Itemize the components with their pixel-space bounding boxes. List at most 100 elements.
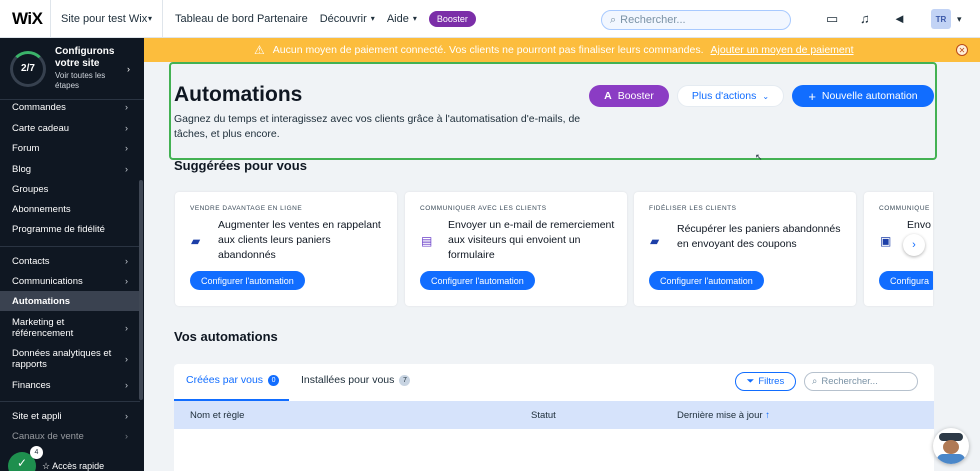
filters-label: Filtres <box>758 376 785 387</box>
sidebar-item-marketing[interactable]: Marketing et référencement › <box>0 317 140 339</box>
notification-count: 4 <box>30 446 43 459</box>
boost-pill[interactable]: Booster <box>428 10 476 27</box>
card-category: FIDÉLISER LES CLIENTS <box>649 205 737 212</box>
tab-label: Installées pour vous <box>301 374 395 386</box>
quick-access[interactable]: ☆ Accès rapide <box>42 461 104 471</box>
chevron-right-icon: › <box>125 353 128 364</box>
chevron-down-icon: ▾ <box>370 14 375 23</box>
nav-partner-dashboard[interactable]: Tableau de bord Partenaire <box>175 13 308 25</box>
configure-automation-button[interactable]: Configurer l'automation <box>190 271 305 290</box>
sidebar-item-contacts[interactable]: Contacts › <box>0 256 140 267</box>
sidebar-item-label: Forum <box>12 143 40 154</box>
sidebar-item-site-app[interactable]: Site et appli › <box>0 411 140 422</box>
card-text: Récupérer les paniers abandonnés en envo… <box>677 223 841 250</box>
sidebar-item-label: Marketing et référencement <box>12 317 74 339</box>
configure-automation-button[interactable]: Configurer l'automation <box>649 271 764 290</box>
chevron-right-icon: › <box>125 276 128 286</box>
table-header: Nom et règle Statut Dernière mise à jour… <box>174 401 934 429</box>
chevron-right-icon: › <box>125 322 128 333</box>
wix-dashboard: { "topbar": { "logo": "WiX", "site_selec… <box>0 0 980 471</box>
sidebar-item-blog[interactable]: Blog › <box>0 164 140 175</box>
sidebar-item-analytics[interactable]: Données analytiques et rapports › <box>0 348 140 370</box>
sidebar-item-label: Données analytiques et rapports <box>12 348 112 370</box>
site-selector[interactable]: Site pour test Wix ▾ <box>50 0 163 38</box>
sidebar: 2/7 Configurons votre site Voir toutes l… <box>0 38 144 471</box>
sidebar-item-label: Programme de fidélité <box>12 224 105 235</box>
sidebar-item-fidelite[interactable]: Programme de fidélité <box>0 224 140 235</box>
sidebar-item-groupes[interactable]: Groupes <box>0 184 140 195</box>
sidebar-item-forum[interactable]: Forum › <box>0 143 140 154</box>
star-icon: ☆ <box>42 461 53 471</box>
column-status[interactable]: Statut <box>531 410 556 421</box>
column-last-updated[interactable]: Dernière mise à jour ↑ <box>677 410 770 421</box>
chevron-right-icon: › <box>125 143 128 153</box>
face-icon <box>943 440 959 454</box>
tab-installed-for-you[interactable]: Installées pour vous 7 <box>301 374 411 386</box>
chevron-right-icon: › <box>912 239 916 251</box>
card-text: Augmenter les ventes en rappelant aux cl… <box>218 219 381 261</box>
form-icon: ▤ <box>421 234 433 248</box>
carousel-next-button[interactable]: › <box>903 234 925 256</box>
sidebar-divider <box>0 401 140 402</box>
sidebar-item-label: Blog <box>12 164 32 175</box>
top-search-input[interactable]: ⌕ Rechercher... <box>601 10 791 30</box>
wix-logo[interactable]: WiX <box>0 9 50 29</box>
contact-card-icon: ▣ <box>880 234 892 248</box>
sidebar-item-sales-channels[interactable]: Canaux de vente › <box>0 431 140 442</box>
chevron-down-icon: ▾ <box>147 14 152 23</box>
chat-icon[interactable]: ▭ <box>826 11 838 27</box>
configure-automation-button[interactable]: Configura <box>879 271 933 290</box>
sidebar-item-finances[interactable]: Finances › <box>0 380 140 391</box>
nav-label: Aide <box>386 12 409 25</box>
main-content: ⚠ Aucun moyen de paiement connecté. Vos … <box>144 38 980 471</box>
sidebar-item-automations[interactable]: Automations <box>0 291 140 311</box>
sidebar-item-commandes[interactable]: Commandes › <box>0 102 140 113</box>
chevron-down-icon[interactable]: ▾ <box>957 14 962 25</box>
sidebar-item-label: Groupes <box>12 184 49 195</box>
tab-created-by-you[interactable]: Créées par vous 0 <box>186 374 280 386</box>
search-icon: ⌕ <box>812 376 818 387</box>
sidebar-item-label: Finances <box>12 380 51 391</box>
chevron-right-icon: › <box>125 123 128 133</box>
megaphone-icon[interactable]: ◄ <box>893 11 906 26</box>
sidebar-scrollbar[interactable] <box>139 180 143 400</box>
configure-automation-button[interactable]: Configurer l'automation <box>420 271 535 290</box>
column-name[interactable]: Nom et règle <box>190 410 244 421</box>
nav-help[interactable]: Aide ▾ <box>387 13 417 25</box>
nav-discover[interactable]: Découvrir ▾ <box>320 13 375 25</box>
filters-button[interactable]: ⏷ Filtres <box>735 372 796 391</box>
help-avatar-button[interactable] <box>933 428 969 464</box>
bell-icon[interactable]: ♫ <box>860 11 870 26</box>
setup-progress[interactable]: 2/7 Configurons votre site Voir toutes l… <box>0 38 144 100</box>
payment-warning-banner: ⚠ Aucun moyen de paiement connecté. Vos … <box>144 38 980 62</box>
mouse-cursor-icon: ↖ <box>755 152 763 162</box>
close-icon[interactable]: ✕ <box>956 44 968 56</box>
card-text: Envo <box>907 219 931 231</box>
sidebar-item-label: Canaux de vente <box>12 431 84 442</box>
shirt-icon <box>937 454 965 464</box>
highlight-frame <box>169 62 937 160</box>
progress-ring: 2/7 <box>10 50 46 87</box>
card-text: Envoyer un e-mail de remerciement aux vi… <box>448 219 615 261</box>
sidebar-item-label: Site et appli <box>12 411 62 422</box>
table-search-input[interactable]: ⌕ Rechercher... <box>804 372 918 391</box>
search-placeholder: Rechercher... <box>821 376 878 387</box>
sidebar-divider <box>0 246 140 247</box>
card-category: COMMUNIQUE <box>879 205 930 212</box>
sidebar-item-carte-cadeau[interactable]: Carte cadeau › <box>0 123 140 134</box>
card-category: VENDRE DAVANTAGE EN LIGNE <box>190 205 303 212</box>
chevron-right-icon: › <box>127 63 130 74</box>
avatar[interactable]: TR <box>931 9 951 29</box>
add-payment-link[interactable]: Ajouter un moyen de paiement <box>711 44 854 56</box>
sidebar-item-communications[interactable]: Communications › <box>0 276 140 287</box>
search-icon: ⌕ <box>610 13 617 26</box>
suggestion-card: COMMUNIQUER AVEC LES CLIENTS ▤ Envoyer u… <box>405 192 627 306</box>
suggestion-card: VENDRE DAVANTAGE EN LIGNE ▰ Augmenter le… <box>175 192 397 306</box>
automations-table: Créées par vous 0 Installées pour vous 7… <box>174 364 934 471</box>
sort-arrow-icon: ↑ <box>765 410 770 421</box>
suggestions-title: Suggérées pour vous <box>174 158 307 173</box>
site-selector-label: Site pour test Wix <box>61 12 148 25</box>
sidebar-item-abonnements[interactable]: Abonnements <box>0 204 140 215</box>
chevron-right-icon: › <box>125 102 128 112</box>
suggestion-card: FIDÉLISER LES CLIENTS ▰ Récupérer les pa… <box>634 192 856 306</box>
